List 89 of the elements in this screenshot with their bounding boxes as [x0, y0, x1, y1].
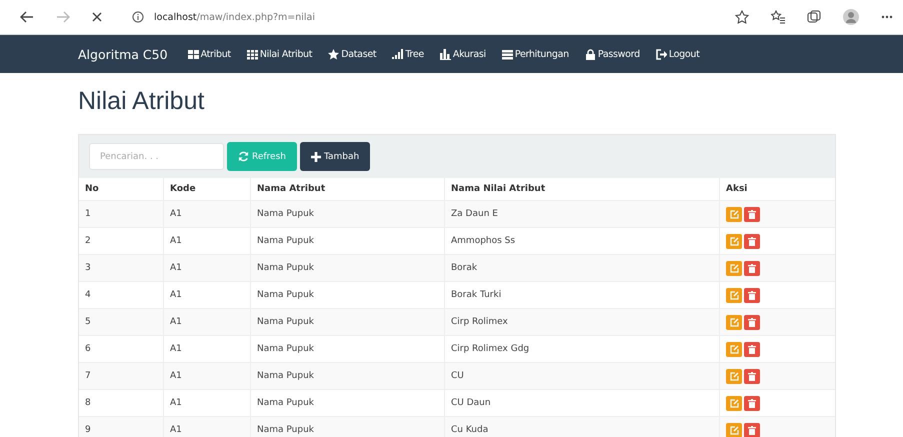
delete-button[interactable]: [744, 342, 760, 356]
trash-icon: [748, 426, 756, 434]
table-cell: 3: [79, 254, 164, 282]
signal-icon: [392, 48, 404, 60]
trash-icon: [748, 318, 756, 326]
close-icon[interactable]: [92, 12, 102, 22]
edit-icon: [730, 372, 738, 380]
table-cell: A1: [164, 308, 250, 336]
trash-icon: [748, 210, 756, 218]
trash-icon: [748, 372, 756, 380]
table-cell: Nama Pupuk: [250, 308, 444, 336]
nav-link[interactable]: Perhitungan: [502, 48, 569, 60]
trash-icon: [748, 398, 756, 408]
table-cell: A1: [164, 362, 250, 390]
back-icon[interactable]: [20, 11, 34, 23]
grid-icon: [246, 48, 258, 60]
lock-icon: [584, 48, 596, 60]
star-icon: [328, 48, 340, 60]
delete-button[interactable]: [744, 206, 760, 222]
table-cell: 5: [79, 308, 164, 336]
delete-button[interactable]: [744, 288, 760, 302]
table-cell: A1: [164, 416, 250, 437]
trash-icon: [748, 290, 756, 300]
edit-button[interactable]: [726, 396, 742, 410]
url-text: localhost/maw/index.php?m=nilai: [154, 12, 316, 22]
table-cell: CU: [444, 362, 720, 390]
delete-button[interactable]: [744, 422, 760, 437]
edit-button[interactable]: [726, 288, 742, 302]
grid-icon: [188, 48, 199, 60]
logout-icon: [656, 48, 667, 60]
favorites-icon[interactable]: [771, 10, 785, 24]
table-cell: Nama Pupuk: [250, 254, 444, 282]
table-cell: 9: [79, 416, 164, 437]
page-title: Nilai Atribut: [78, 87, 206, 116]
edit-icon: [730, 398, 738, 408]
address-bar[interactable]: localhost/maw/index.php?m=nilai: [124, 11, 713, 23]
delete-button[interactable]: [744, 260, 760, 276]
trash-icon: [748, 236, 756, 246]
table-cell: Nama Pupuk: [250, 200, 444, 228]
nav-link[interactable]: Nilai Atribut: [246, 48, 312, 60]
edit-button[interactable]: [726, 422, 742, 437]
collections-icon[interactable]: [807, 10, 821, 24]
table-cell: A1: [164, 254, 250, 282]
trash-icon: [748, 344, 756, 354]
nav-link[interactable]: Logout: [656, 48, 700, 60]
table-cell: Cu Kuda: [444, 416, 720, 437]
delete-button[interactable]: [744, 396, 760, 410]
trash-icon: [748, 264, 756, 272]
table-cell: Cirp Rolimex: [444, 308, 720, 336]
table-cell: Za Daun E: [444, 200, 720, 228]
search-field[interactable]: Pencarian. . .: [89, 143, 224, 170]
table-cell: A1: [164, 200, 250, 228]
edit-icon: [730, 318, 738, 326]
edit-icon: [730, 426, 738, 434]
more-icon[interactable]: [881, 15, 893, 19]
brand-link[interactable]: Algoritma C50: [78, 46, 168, 62]
add-button[interactable]: Tambah: [300, 142, 370, 171]
edit-button[interactable]: [726, 234, 742, 248]
delete-button[interactable]: [744, 368, 760, 384]
nav-link[interactable]: Password: [584, 48, 640, 60]
profile-icon[interactable]: [843, 9, 859, 25]
table-cell: Nama Pupuk: [250, 362, 444, 390]
bar-chart-icon: [440, 48, 451, 60]
edit-icon: [730, 344, 738, 354]
table-cell: Nama Pupuk: [250, 416, 444, 437]
edit-button[interactable]: [726, 314, 742, 330]
table-cell: 7: [79, 362, 164, 390]
edit-button[interactable]: [726, 368, 742, 384]
edit-button[interactable]: [726, 206, 742, 222]
table-cell: Borak: [444, 254, 720, 282]
nav-link[interactable]: Atribut: [188, 48, 231, 60]
plus-icon: [311, 152, 321, 162]
nav-link[interactable]: Tree: [392, 48, 424, 60]
favorite-add-icon[interactable]: [735, 10, 749, 24]
delete-button[interactable]: [744, 234, 760, 248]
column-header: No: [79, 178, 164, 200]
edit-icon: [730, 210, 738, 218]
table-cell: 1: [79, 200, 164, 228]
info-icon: [132, 11, 144, 23]
nav-link[interactable]: Akurasi: [440, 48, 486, 60]
nav-link[interactable]: Dataset: [328, 48, 376, 60]
edit-icon: [730, 290, 738, 300]
edit-button[interactable]: [726, 260, 742, 276]
edit-button[interactable]: [726, 342, 742, 356]
table-icon: [502, 48, 513, 60]
edit-icon: [730, 236, 738, 246]
edit-icon: [730, 264, 738, 272]
refresh-icon: [238, 151, 249, 162]
delete-button[interactable]: [744, 314, 760, 330]
